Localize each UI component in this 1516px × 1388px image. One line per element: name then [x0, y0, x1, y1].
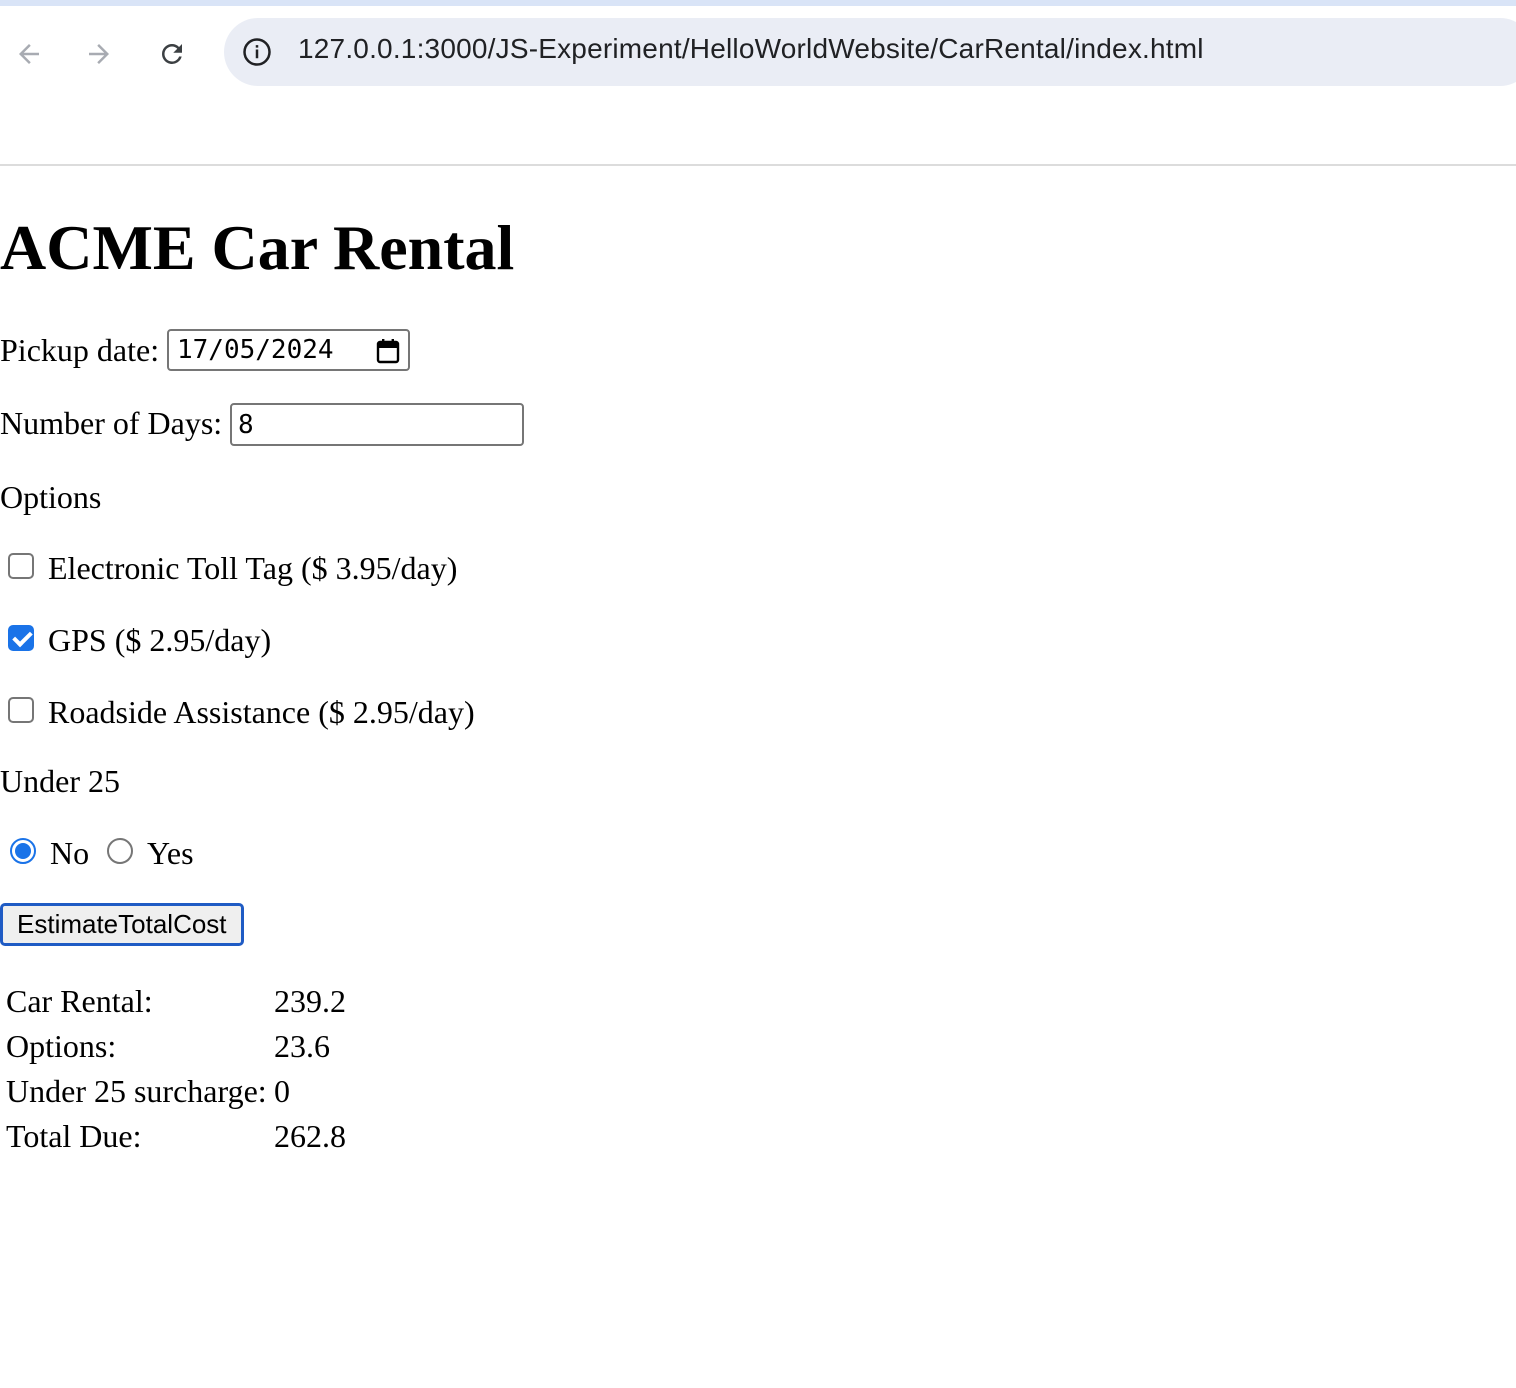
forward-button[interactable] — [79, 34, 119, 74]
url-text: 127.0.0.1:3000/JS-Experiment/HelloWorldW… — [298, 33, 1204, 64]
days-input[interactable] — [230, 403, 524, 446]
reload-icon — [162, 44, 182, 64]
browser-toolbar: 127.0.0.1:3000/JS-Experiment/HelloWorldW… — [0, 6, 1516, 166]
page-title: ACME Car Rental — [0, 212, 515, 283]
result-value: 0 — [274, 1073, 290, 1109]
pickup-date-label: Pickup date: — [0, 332, 160, 368]
pickup-date-value: 17/05/2024 — [177, 335, 334, 365]
result-value: 262.8 — [274, 1118, 346, 1154]
back-button[interactable] — [9, 34, 49, 74]
days-label: Number of Days: — [0, 405, 223, 441]
forward-arrow-icon — [89, 44, 109, 64]
under25-no-radio[interactable] — [10, 838, 36, 864]
gps-checkbox[interactable] — [8, 625, 34, 651]
result-value: 239.2 — [274, 983, 346, 1019]
under25-heading: Under 25 — [0, 763, 120, 799]
toll-tag-label: Electronic Toll Tag ($ 3.95/day) — [48, 550, 458, 586]
gps-label: GPS ($ 2.95/day) — [48, 622, 272, 658]
under25-yes-radio[interactable] — [107, 838, 133, 864]
result-label: Car Rental: — [6, 983, 153, 1019]
toll-tag-checkbox[interactable] — [8, 553, 34, 579]
roadside-label: Roadside Assistance ($ 2.95/day) — [48, 694, 475, 730]
back-arrow-icon — [19, 44, 39, 64]
calendar-icon[interactable] — [376, 338, 400, 364]
result-label: Total Due: — [6, 1118, 142, 1154]
pickup-date-input[interactable]: 17/05/2024 — [167, 329, 410, 371]
estimate-total-cost-button[interactable]: EstimateTotalCost — [0, 903, 244, 946]
result-value: 23.6 — [274, 1028, 330, 1064]
result-label: Under 25 surcharge: — [6, 1073, 267, 1109]
under25-no-label: No — [50, 835, 90, 871]
roadside-checkbox[interactable] — [8, 697, 34, 723]
address-bar[interactable]: 127.0.0.1:3000/JS-Experiment/HelloWorldW… — [224, 18, 1516, 86]
under25-yes-label: Yes — [147, 835, 194, 871]
site-info-icon[interactable] — [242, 37, 272, 67]
result-label: Options: — [6, 1028, 117, 1064]
options-heading: Options — [0, 479, 102, 515]
reload-button[interactable] — [152, 34, 192, 74]
